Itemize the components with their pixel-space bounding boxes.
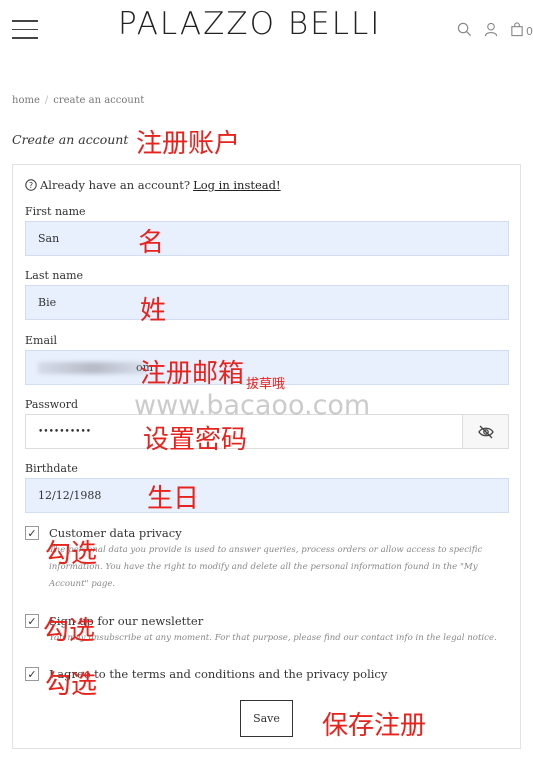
eye-off-icon [477,425,494,438]
annotation-check-terms: 勾选 [45,670,98,700]
birthdate-field[interactable]: 12/12/1988 [25,478,509,513]
question-icon: ? [25,179,37,191]
privacy-checkbox[interactable]: ✓ [25,526,39,540]
annotation-password: 设置密码 [143,425,248,455]
already-text: Already have an account? [40,178,191,192]
breadcrumb: home / create an account [12,95,144,106]
annotation-check-privacy: 勾选 [45,539,98,569]
annotation-email: 注册邮箱 [140,359,245,389]
birthdate-label: Birthdate [25,462,78,475]
privacy-help: The personal data you provide is used to… [49,545,483,589]
logo[interactable]: PALAZZO BELLI [118,6,381,42]
annotation-last-name: 姓 [140,296,167,326]
watermark: www.bacaoo.com [134,390,371,421]
annotation-check-newsletter: 勾选 [43,616,96,646]
login-prompt: ? Already have an account? Log in instea… [25,178,281,192]
annotation-first-name: 名 [138,228,165,258]
first-name-label: First name [25,205,86,218]
email-label: Email [25,334,58,347]
check-icon: ✓ [27,614,37,628]
password-label: Password [25,398,79,411]
check-icon: ✓ [27,526,37,540]
first-name-field[interactable]: San [25,221,509,256]
last-name-field[interactable]: Bie [25,285,509,320]
breadcrumb-current: create an account [53,95,145,106]
check-icon: ✓ [27,667,37,681]
cart-count: 0 [526,25,533,38]
svg-text:?: ? [29,181,33,190]
last-name-label: Last name [25,269,84,282]
annotation-title: 注册账户 [136,129,241,159]
login-link[interactable]: Log in instead! [193,178,281,192]
search-icon[interactable] [457,22,473,38]
show-password-button[interactable] [462,414,509,449]
annotation-email-small: 拔草哦 [246,377,286,392]
newsletter-help: You may unsubscribe at any moment. For t… [49,633,497,643]
cart-icon[interactable] [510,22,526,38]
birthdate-value: 12/12/1988 [38,489,102,502]
page-title: Create an account [12,132,129,147]
first-name-value: San [38,232,60,245]
breadcrumb-separator: / [44,95,49,106]
user-icon[interactable] [484,22,500,38]
breadcrumb-home[interactable]: home [12,95,40,106]
password-value: •••••••••• [38,426,92,437]
email-redaction [38,362,148,374]
terms-checkbox[interactable]: ✓ [25,667,39,681]
annotation-save: 保存注册 [322,711,427,741]
newsletter-checkbox[interactable]: ✓ [25,614,39,628]
annotation-birthdate: 生日 [147,484,200,514]
last-name-value: Bie [38,296,57,309]
terms-label: I agree to the terms and conditions and … [49,667,388,681]
menu-icon[interactable] [12,20,38,40]
save-button[interactable]: Save [240,700,293,737]
